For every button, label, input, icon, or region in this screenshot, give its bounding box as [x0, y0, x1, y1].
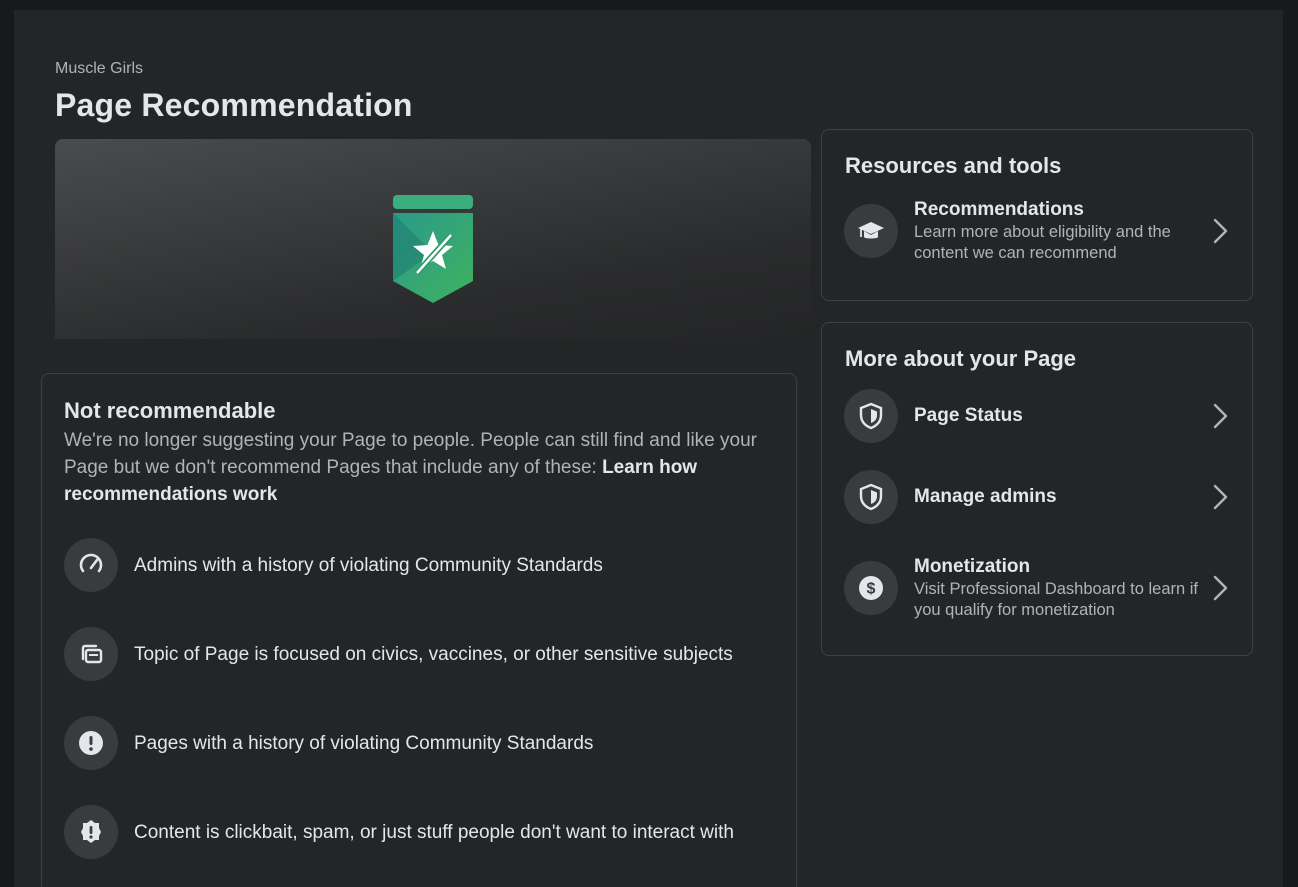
ribbon-alert-icon: [64, 805, 118, 859]
exclamation-icon: [64, 716, 118, 770]
page-title: Page Recommendation: [55, 87, 413, 123]
monetization-label: Monetization: [914, 556, 1031, 577]
monetization-description: Visit Professional Dashboard to learn if…: [914, 580, 1199, 619]
chevron-right-icon: [1213, 575, 1228, 601]
dollar-coin-icon: $: [844, 561, 898, 615]
more-title: More about your Page: [845, 346, 1077, 371]
recommendation-status-card: Not recommendable We're no longer sugges…: [41, 373, 797, 887]
chevron-right-icon: [1213, 218, 1228, 244]
more-about-page-card: More about your Page Page Status Manage …: [821, 322, 1253, 656]
manage-admins-row[interactable]: Manage admins: [844, 470, 1232, 524]
chevron-right-icon: [1213, 484, 1228, 510]
page-name: Muscle Girls: [55, 60, 144, 77]
svg-text:$: $: [867, 581, 876, 598]
status-description: We're no longer suggesting your Page to …: [64, 427, 784, 508]
shield-icon: [844, 389, 898, 443]
recommendations-description: Learn more about eligibility and the con…: [914, 223, 1171, 262]
reason-text: Pages with a history of violating Commun…: [134, 732, 594, 754]
speedometer-icon: [64, 538, 118, 592]
reason-item: Content is clickbait, spam, or just stuf…: [64, 805, 774, 859]
shield-icon: [844, 470, 898, 524]
reason-text: Admins with a history of violating Commu…: [134, 554, 603, 576]
manage-admins-label: Manage admins: [914, 486, 1057, 507]
graduation-cap-icon: [844, 204, 898, 258]
resources-title: Resources and tools: [845, 153, 1062, 178]
chevron-right-icon: [1213, 403, 1228, 429]
reason-item: Topic of Page is focused on civics, vacc…: [64, 627, 774, 681]
reason-text: Content is clickbait, spam, or just stuf…: [134, 821, 734, 843]
pages-stack-icon: [64, 627, 118, 681]
status-title: Not recommendable: [64, 398, 276, 423]
recommendations-label: Recommendations: [914, 199, 1084, 220]
reason-text: Topic of Page is focused on civics, vacc…: [134, 643, 733, 665]
hero-banner: [55, 139, 811, 339]
recommendations-row[interactable]: Recommendations Learn more about eligibi…: [844, 198, 1232, 264]
resources-card: Resources and tools Recommendations Lear…: [821, 129, 1253, 301]
not-recommendable-badge-icon: [393, 195, 473, 303]
reason-item: Pages with a history of violating Commun…: [64, 716, 774, 770]
reason-item: Admins with a history of violating Commu…: [64, 538, 774, 592]
page-status-label: Page Status: [914, 405, 1023, 426]
monetization-row[interactable]: $ Monetization Visit Professional Dashbo…: [844, 555, 1232, 621]
page-status-row[interactable]: Page Status: [844, 389, 1232, 443]
